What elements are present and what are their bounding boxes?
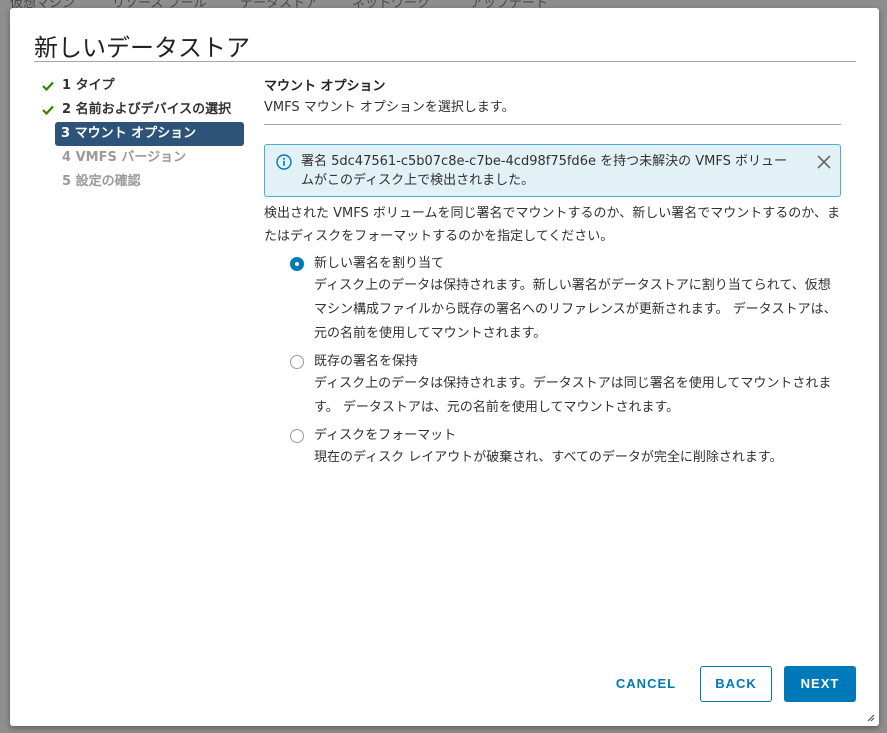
step-mount-options[interactable]: 3 マウント オプション bbox=[55, 122, 244, 146]
info-alert: 署名 5dc47561-c5b07c8e-c7be-4cd98f75fd6e を… bbox=[264, 144, 841, 197]
step-type[interactable]: 1 タイプ bbox=[40, 74, 246, 98]
check-icon bbox=[42, 81, 54, 91]
back-button[interactable]: BACK bbox=[700, 666, 772, 702]
new-datastore-dialog: 新しいデータストア 1 タイプ 2 名前およびデバイスの選択 3 マウント オプ… bbox=[10, 8, 879, 726]
mount-description: 検出された VMFS ボリュームを同じ署名でマウントするのか、新しい署名でマウン… bbox=[264, 206, 840, 244]
option-label[interactable]: ディスクをフォーマット bbox=[314, 426, 841, 446]
info-icon bbox=[276, 154, 292, 170]
dialog-title: 新しいデータストア bbox=[34, 34, 250, 62]
step-vmfs-version: 4 VMFS バージョン bbox=[40, 146, 246, 170]
step-label: 5 設定の確認 bbox=[62, 174, 141, 189]
alert-text: 署名 5dc47561-c5b07c8e-c7be-4cd98f75fd6e を… bbox=[301, 154, 787, 188]
option-format-disk[interactable]: ディスクをフォーマット 現在のディスク レイアウトが破棄され、すべてのデータが完… bbox=[290, 426, 841, 470]
radio-assign-new-signature[interactable] bbox=[290, 257, 304, 271]
radio-keep-existing-signature[interactable] bbox=[290, 355, 304, 369]
cancel-button[interactable]: CANCEL bbox=[604, 666, 688, 702]
option-label[interactable]: 新しい署名を割り当て bbox=[314, 254, 841, 274]
section-title: マウント オプション bbox=[264, 79, 386, 94]
title-divider bbox=[34, 61, 856, 62]
step-label: 2 名前およびデバイスの選択 bbox=[62, 102, 232, 117]
mount-options-group: 新しい署名を割り当て ディスク上のデータは保持されます。新しい署名がデータストア… bbox=[290, 254, 841, 470]
next-button[interactable]: NEXT bbox=[784, 666, 856, 702]
step-content: マウント オプション VMFS マウント オプションを選択します。 署名 5dc… bbox=[264, 78, 841, 476]
option-assign-new-signature[interactable]: 新しい署名を割り当て ディスク上のデータは保持されます。新しい署名がデータストア… bbox=[290, 254, 841, 346]
wizard-steps: 1 タイプ 2 名前およびデバイスの選択 3 マウント オプション 4 VMFS… bbox=[40, 74, 246, 194]
section-subtitle: VMFS マウント オプションを選択します。 bbox=[264, 100, 515, 115]
option-label[interactable]: 既存の署名を保持 bbox=[314, 352, 841, 372]
check-icon bbox=[42, 105, 54, 115]
step-name-device[interactable]: 2 名前およびデバイスの選択 bbox=[40, 98, 246, 122]
option-description: 現在のディスク レイアウトが破棄され、すべてのデータが完全に削除されます。 bbox=[314, 450, 783, 465]
option-keep-existing-signature[interactable]: 既存の署名を保持 ディスク上のデータは保持されます。データストアは同じ署名を使用… bbox=[290, 352, 841, 420]
step-label: 4 VMFS バージョン bbox=[62, 150, 187, 165]
section-divider bbox=[264, 124, 841, 125]
close-icon[interactable] bbox=[816, 154, 832, 170]
radio-format-disk[interactable] bbox=[290, 429, 304, 443]
step-label: 1 タイプ bbox=[62, 78, 115, 93]
step-review: 5 設定の確認 bbox=[40, 170, 246, 194]
option-description: ディスク上のデータは保持されます。新しい署名がデータストアに割り当てられて、仮想… bbox=[314, 278, 837, 341]
resize-handle-icon[interactable] bbox=[865, 712, 875, 722]
step-label: 3 マウント オプション bbox=[61, 126, 197, 141]
option-description: ディスク上のデータは保持されます。データストアは同じ署名を使用してマウントされま… bbox=[314, 376, 832, 415]
